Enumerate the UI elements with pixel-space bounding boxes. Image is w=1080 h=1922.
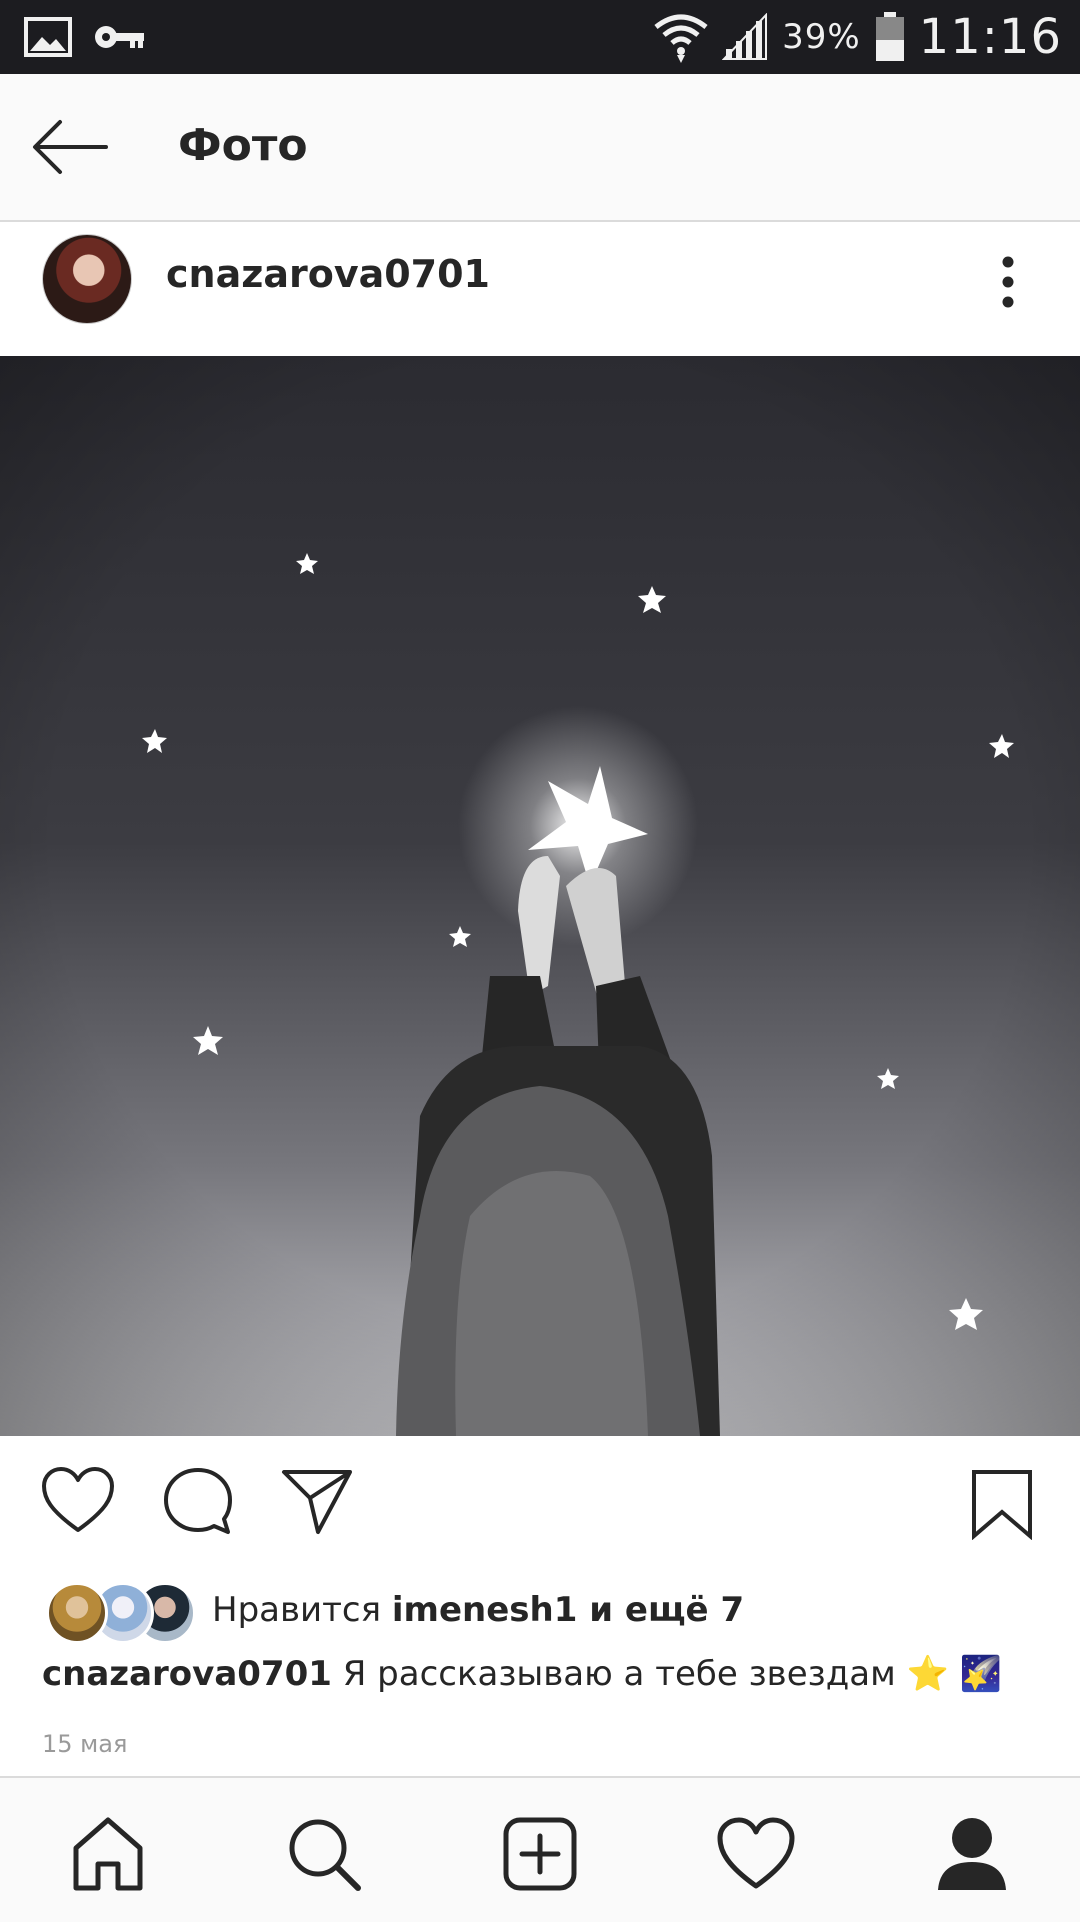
likes-user[interactable]: imenesh1 (392, 1590, 578, 1630)
page-title: Фото (178, 120, 308, 171)
comment-button[interactable] (162, 1466, 234, 1540)
more-options-button[interactable] (990, 252, 1026, 312)
likes-suffix[interactable]: и ещё 7 (577, 1590, 744, 1630)
battery-percent: 39% (782, 17, 861, 57)
home-icon (73, 1817, 143, 1891)
key-icon (95, 26, 144, 48)
caption-text: Я рассказываю а тебе звездам ⭐ 🌠 (331, 1654, 1002, 1694)
heart-icon (42, 1467, 114, 1532)
likes-row[interactable]: Нравится imenesh1 и ещё 7 (0, 1576, 1080, 1646)
wifi-icon (654, 14, 708, 63)
image-icon (24, 17, 72, 57)
search-icon (289, 1819, 361, 1891)
activity-heart-icon (717, 1817, 795, 1889)
add-post-icon (503, 1817, 577, 1891)
liker-avatar (46, 1582, 108, 1644)
likes-summary: Нравится imenesh1 и ещё 7 (212, 1590, 744, 1630)
post-date: 15 мая (42, 1730, 128, 1758)
share-button[interactable] (280, 1466, 354, 1540)
post-actions (0, 1436, 1080, 1576)
save-button[interactable] (970, 1468, 1034, 1544)
post-photo[interactable] (0, 356, 1080, 1436)
status-bar: 39% 11:16 (0, 0, 1080, 74)
comment-icon (164, 1468, 232, 1534)
more-vertical-icon (1002, 256, 1014, 308)
caption-username[interactable]: cnazarova0701 (42, 1654, 332, 1694)
battery-icon (875, 12, 904, 61)
post-username[interactable]: cnazarova0701 (166, 252, 490, 296)
post-caption: cnazarova0701 Я рассказываю а тебе звезд… (42, 1654, 1042, 1694)
nav-search[interactable] (284, 1814, 364, 1894)
nav-activity[interactable] (716, 1814, 796, 1894)
like-button[interactable] (40, 1466, 116, 1540)
send-icon (282, 1470, 352, 1534)
back-button[interactable] (30, 114, 110, 180)
avatar[interactable] (42, 234, 132, 324)
app-bar: Фото (0, 74, 1080, 222)
signal-icon (722, 13, 768, 60)
post-header: cnazarova0701 (0, 222, 1080, 356)
back-arrow-icon (33, 120, 108, 174)
bookmark-icon (972, 1470, 1032, 1541)
clock: 11:16 (918, 9, 1062, 65)
bottom-nav (0, 1776, 1080, 1922)
status-right: 39% 11:16 (654, 8, 1062, 66)
post-image (0, 356, 1080, 1436)
status-left (24, 14, 146, 60)
nav-home[interactable] (68, 1814, 148, 1894)
profile-icon (938, 1818, 1006, 1890)
nav-profile[interactable] (932, 1814, 1012, 1894)
nav-add-post[interactable] (500, 1814, 580, 1894)
likes-prefix: Нравится (212, 1590, 392, 1630)
